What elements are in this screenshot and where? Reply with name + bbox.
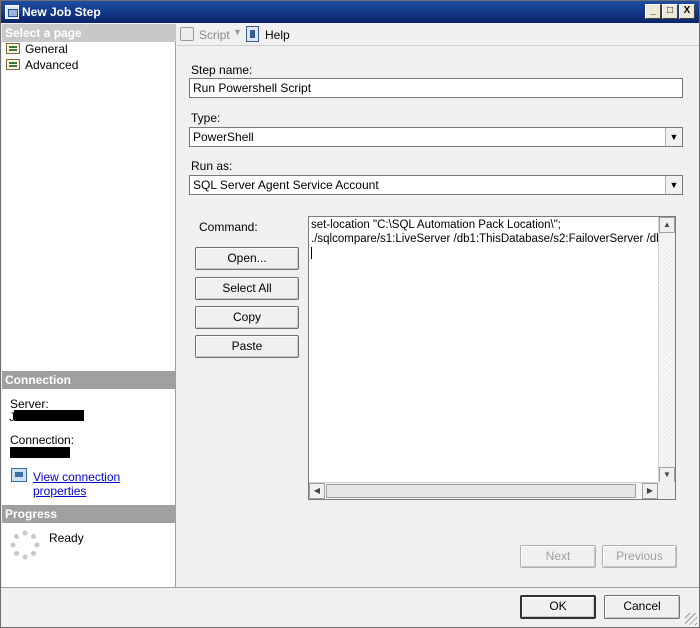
resize-grip-icon[interactable] [685,613,697,625]
connection-label: Connection: [10,433,75,447]
scrollbar-corner [658,482,675,499]
minimize-button[interactable]: _ [645,4,661,19]
view-connection-properties-link[interactable]: View connection properties [33,470,175,498]
server-value-redacted [14,410,84,421]
connection-value-redacted [10,447,70,458]
horizontal-scroll-thumb[interactable] [326,484,636,498]
chevron-down-icon[interactable]: ▼ [665,176,682,194]
page-properties-icon [6,59,20,70]
copy-button[interactable]: Copy [195,306,299,329]
step-name-label: Step name: [191,63,253,77]
type-select[interactable]: PowerShell ▼ [189,127,683,147]
app-icon [5,5,19,19]
page-properties-icon [6,43,20,54]
run-as-select-value: SQL Server Agent Service Account [193,178,379,192]
type-label: Type: [191,111,221,125]
help-button[interactable]: Help [265,27,290,43]
script-icon [180,27,194,41]
connection-header: Connection [2,371,176,389]
help-icon [246,26,259,42]
page-item-label: Advanced [25,58,79,72]
progress-header: Progress [2,505,176,523]
type-select-value: PowerShell [193,130,254,144]
paste-button[interactable]: Paste [195,335,299,358]
new-job-step-dialog: New Job Step _ □ X Select a page General… [0,0,700,628]
command-line: ./sqlcompare/s1:LiveServer /db1:ThisData… [311,233,676,245]
text-caret [311,247,312,259]
command-editor[interactable]: set-location "C:\SQL Automation Pack Loc… [308,216,676,500]
connection-properties-icon [11,468,27,482]
page-item-general[interactable]: General [5,41,68,57]
select-page-header: Select a page [2,24,176,42]
select-all-button[interactable]: Select All [195,277,299,300]
chevron-down-icon[interactable]: ▼ [233,27,242,37]
progress-spinner-icon [10,530,40,560]
left-pane: Select a page General Advanced Connectio… [2,24,176,587]
progress-status: Ready [49,531,84,545]
cancel-button[interactable]: Cancel [604,595,680,619]
page-item-advanced[interactable]: Advanced [5,57,78,73]
page-item-label: General [25,42,68,56]
horizontal-scrollbar[interactable]: ◀ ▶ [309,482,658,499]
command-label: Command: [199,220,258,234]
title-bar[interactable]: New Job Step _ □ X [1,1,699,23]
open-button[interactable]: Open... [195,247,299,270]
chevron-down-icon[interactable]: ▼ [665,128,682,146]
scroll-down-icon[interactable]: ▼ [659,467,675,483]
ok-button[interactable]: OK [520,595,596,619]
vertical-scrollbar[interactable]: ▲ ▼ [658,217,675,483]
scroll-right-icon[interactable]: ▶ [642,483,658,499]
run-as-select[interactable]: SQL Server Agent Service Account ▼ [189,175,683,195]
command-line: set-location "C:\SQL Automation Pack Loc… [311,219,562,231]
previous-button[interactable]: Previous [602,545,677,568]
next-button[interactable]: Next [520,545,596,568]
footer-divider [1,587,699,588]
scroll-left-icon[interactable]: ◀ [309,483,325,499]
maximize-button[interactable]: □ [662,4,678,19]
run-as-label: Run as: [191,159,233,173]
step-name-input[interactable]: Run Powershell Script [189,78,683,98]
scroll-up-icon[interactable]: ▲ [659,217,675,233]
close-button[interactable]: X [679,4,695,19]
window-title: New Job Step [22,5,101,19]
script-button[interactable]: Script [199,27,230,43]
server-label: Server: [10,397,49,411]
toolbar: Script ▼ Help [177,24,699,46]
